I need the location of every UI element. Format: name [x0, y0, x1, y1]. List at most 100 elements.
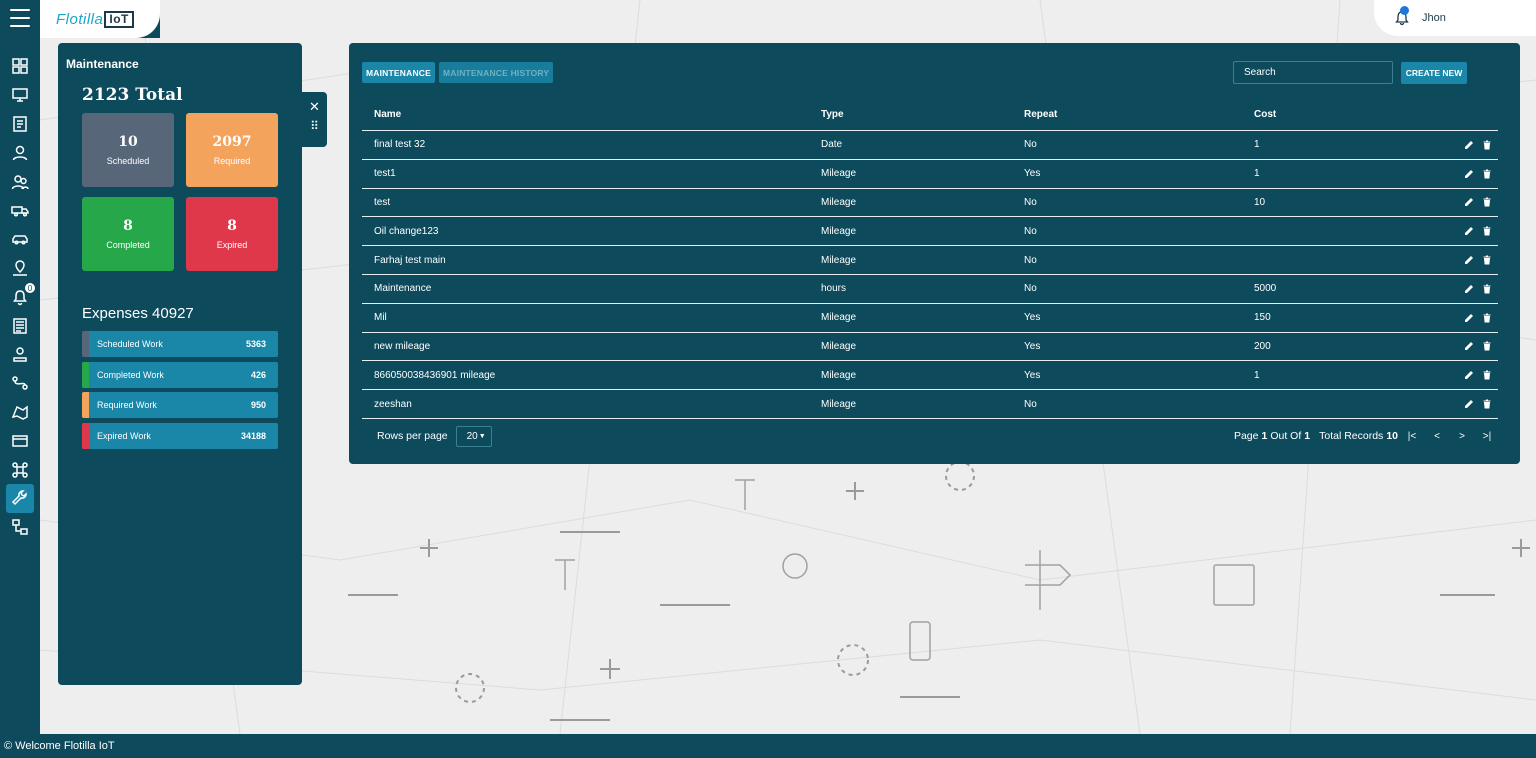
column-header-cost[interactable]: Cost: [1254, 109, 1404, 120]
tab-maintenance[interactable]: MAINTENANCE: [362, 62, 436, 83]
rows-per-page-select[interactable]: 20 ▼: [455, 425, 492, 447]
summary-title: Maintenance: [66, 57, 139, 71]
sidebar-dashboard-icon[interactable]: [0, 52, 40, 81]
tab-maintenance-history[interactable]: MAINTENANCE HISTORY: [439, 62, 554, 83]
sidebar-truck-icon[interactable]: [0, 196, 40, 225]
maintenance-summary-panel: Maintenance 2123 Total 10 Scheduled 2097…: [58, 43, 302, 685]
cell-name: test1: [374, 168, 396, 180]
expired-tile[interactable]: 8 Expired: [186, 197, 278, 271]
drag-handle-icon[interactable]: ⠿: [310, 120, 319, 132]
edit-icon[interactable]: [1464, 197, 1474, 207]
row-actions: [1404, 197, 1498, 207]
sidebar-alert-bell-icon[interactable]: 0: [0, 282, 40, 311]
edit-icon[interactable]: [1464, 370, 1474, 380]
delete-icon[interactable]: [1482, 341, 1492, 351]
sidebar-driver-icon[interactable]: [0, 340, 40, 369]
table-row[interactable]: zeeshan Mileage No: [362, 390, 1498, 419]
delete-icon[interactable]: [1482, 197, 1492, 207]
expired-label: Expired: [216, 240, 248, 250]
close-panel-icon[interactable]: ✕: [309, 100, 320, 113]
delete-icon[interactable]: [1482, 284, 1492, 294]
edit-icon[interactable]: [1464, 140, 1474, 150]
delete-icon[interactable]: [1482, 169, 1492, 179]
column-header-name[interactable]: Name: [362, 109, 821, 120]
cell-repeat: No: [1024, 225, 1037, 237]
table-row[interactable]: Farhaj test main Mileage No: [362, 246, 1498, 275]
completed-label: Completed: [106, 240, 150, 250]
cell-repeat: Yes: [1024, 340, 1041, 352]
edit-icon[interactable]: [1464, 313, 1474, 323]
edit-icon[interactable]: [1464, 284, 1474, 294]
edit-icon[interactable]: [1464, 341, 1474, 351]
search-input[interactable]: [1233, 61, 1393, 84]
expense-value: 34188: [240, 430, 266, 441]
sidebar-route-icon[interactable]: [0, 369, 40, 398]
expense-label: Completed Work: [97, 369, 164, 380]
table-row[interactable]: test Mileage No 10: [362, 189, 1498, 218]
hamburger-menu-icon[interactable]: [10, 9, 30, 27]
table-row[interactable]: Oil change123 Mileage No: [362, 217, 1498, 247]
delete-icon[interactable]: [1482, 255, 1492, 265]
expense-row[interactable]: Required Work 950: [82, 392, 278, 418]
cell-repeat: Yes: [1024, 312, 1041, 324]
sidebar-geofence-icon[interactable]: [0, 398, 40, 427]
table-row[interactable]: Mil Mileage Yes 150: [362, 304, 1498, 333]
status-tiles: 10 Scheduled 2097 Required 8 Completed 8…: [82, 113, 294, 271]
sidebar-car-icon[interactable]: [0, 225, 40, 254]
table-row[interactable]: 866050038436901 mileage Mileage Yes 1: [362, 361, 1498, 391]
sidebar-report-icon[interactable]: [0, 110, 40, 139]
sidebar-users-icon[interactable]: [0, 167, 40, 196]
row-actions: [1404, 284, 1498, 294]
first-page-icon[interactable]: |<: [1401, 431, 1423, 442]
cell-type: Mileage: [821, 398, 857, 410]
last-page-icon[interactable]: >|: [1476, 431, 1498, 442]
total-records: 10: [1386, 430, 1398, 442]
table-row[interactable]: Maintenance hours No 5000: [362, 275, 1498, 304]
expense-row[interactable]: Completed Work 426: [82, 361, 278, 388]
expense-row[interactable]: Expired Work 34188: [82, 422, 278, 449]
delete-icon[interactable]: [1482, 370, 1492, 380]
icon-sidebar: 0: [0, 38, 40, 734]
edit-icon[interactable]: [1464, 399, 1474, 409]
create-new-button[interactable]: CREATE NEW: [1401, 62, 1467, 84]
sidebar-document-icon[interactable]: [0, 311, 40, 340]
delete-icon[interactable]: [1482, 140, 1492, 150]
scheduled-tile[interactable]: 10 Scheduled: [82, 113, 174, 187]
next-page-icon[interactable]: >: [1451, 431, 1473, 442]
sidebar-location-icon[interactable]: [0, 254, 40, 283]
edit-icon[interactable]: [1464, 255, 1474, 265]
required-tile[interactable]: 2097 Required: [186, 113, 278, 187]
edit-icon[interactable]: [1464, 169, 1474, 179]
current-page: 1: [1261, 430, 1268, 442]
column-header-type[interactable]: Type: [821, 109, 1024, 120]
sidebar-card-icon[interactable]: [0, 426, 40, 455]
out-of-label: Out Of: [1270, 430, 1302, 442]
page-label: Page: [1233, 430, 1259, 442]
brand-logo[interactable]: Flotilla IoT: [40, 0, 160, 38]
previous-page-icon[interactable]: <: [1426, 431, 1448, 442]
required-count: 2097: [212, 134, 252, 150]
column-header-repeat[interactable]: Repeat: [1024, 109, 1254, 120]
expense-color-bar: [82, 392, 89, 418]
table-row[interactable]: new mileage Mileage Yes 200: [362, 333, 1498, 362]
page-info: Page 1 Out Of 1 Total Records 10 |< < > …: [1234, 430, 1498, 442]
delete-icon[interactable]: [1482, 226, 1492, 236]
sidebar-monitor-icon[interactable]: [0, 81, 40, 110]
row-actions: [1404, 313, 1498, 323]
completed-tile[interactable]: 8 Completed: [82, 197, 174, 271]
sidebar-user-icon[interactable]: [0, 138, 40, 167]
expense-row[interactable]: Scheduled Work 5363: [82, 331, 278, 357]
row-actions: [1404, 370, 1498, 380]
cell-cost: 1: [1254, 139, 1260, 151]
edit-icon[interactable]: [1464, 226, 1474, 236]
sidebar-workflow-icon[interactable]: [0, 513, 40, 542]
table-row[interactable]: test1 Mileage Yes 1: [362, 160, 1498, 189]
sidebar-wrench-icon[interactable]: [6, 483, 34, 513]
row-actions: [1404, 341, 1498, 351]
notification-bell-icon[interactable]: [1394, 6, 1410, 26]
user-name[interactable]: Jhon: [1422, 12, 1446, 24]
delete-icon[interactable]: [1482, 313, 1492, 323]
delete-icon[interactable]: [1482, 399, 1492, 409]
table-row[interactable]: final test 32 Date No 1: [362, 131, 1498, 160]
sidebar-command-icon[interactable]: [0, 455, 40, 484]
